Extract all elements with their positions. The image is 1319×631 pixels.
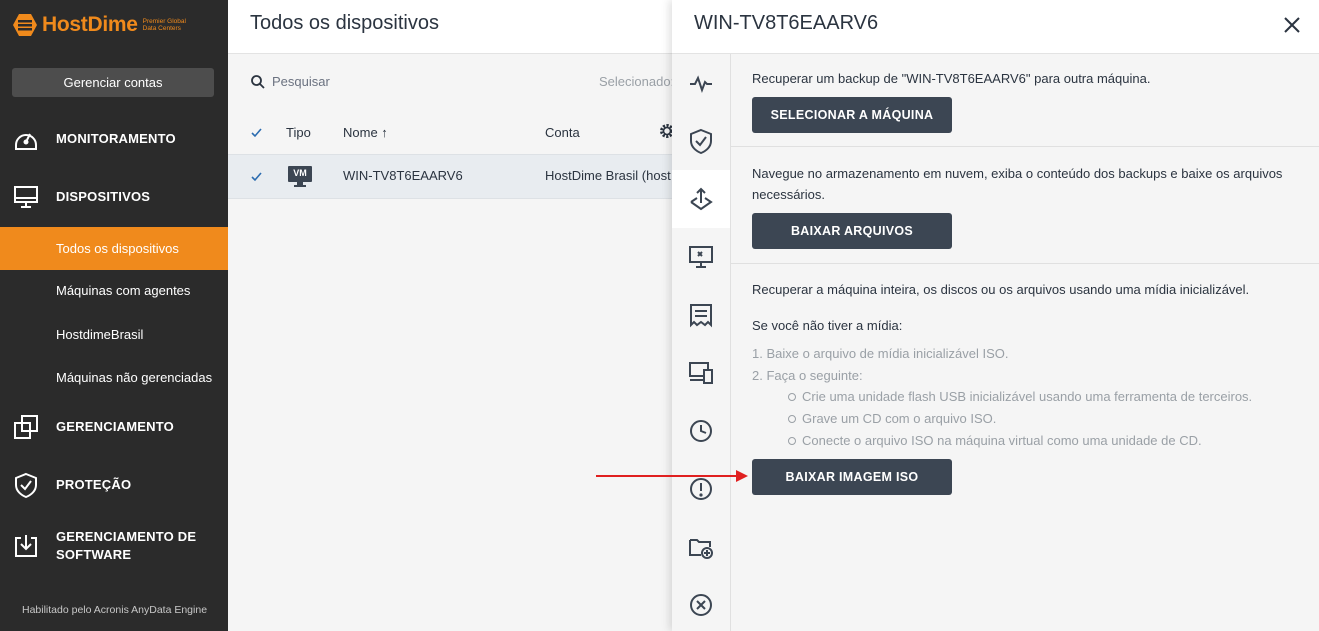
history-icon bbox=[690, 420, 712, 442]
device-list-area: Todos os dispositivos Pesquisar Selecion… bbox=[228, 0, 675, 631]
no-media-text: Se você não tiver a mídia: bbox=[752, 318, 903, 333]
select-machine-button[interactable]: SELECIONAR A MÁQUINA bbox=[752, 97, 952, 133]
rail-activity[interactable] bbox=[672, 54, 730, 112]
table-row[interactable]: VM WIN-TV8T6EAARV6 HostDime Brasil (host bbox=[228, 154, 672, 199]
nav-monitoring-label: MONITORAMENTO bbox=[56, 131, 176, 146]
action-icon-rail bbox=[672, 54, 731, 631]
shield-check-icon bbox=[690, 128, 712, 154]
sidebar-item-all-devices[interactable]: Todos os dispositivos bbox=[0, 227, 228, 270]
substep-usb-text: Crie uma unidade flash USB inicializável… bbox=[802, 389, 1253, 404]
rail-protection[interactable] bbox=[672, 112, 730, 170]
step-2-text: 2. Faça o seguinte: bbox=[752, 368, 863, 383]
nav-management[interactable]: GERENCIAMENTO bbox=[0, 413, 228, 441]
vm-type-icon: VM bbox=[288, 166, 312, 188]
nav-devices-label: DISPOSITIVOS bbox=[56, 189, 151, 204]
rail-add-folder[interactable] bbox=[672, 518, 730, 576]
nav-monitoring[interactable]: MONITORAMENTO bbox=[0, 125, 228, 153]
nav-protection[interactable]: PROTEÇÃO bbox=[0, 471, 228, 499]
main-header: Todos os dispositivos bbox=[228, 0, 672, 54]
row-checkbox[interactable] bbox=[250, 170, 263, 183]
rail-details[interactable] bbox=[672, 286, 730, 344]
panel-title: WIN-TV8T6EAARV6 bbox=[694, 12, 879, 34]
nav-software-management[interactable]: GERENCIAMENTO DE SOFTWARE bbox=[0, 528, 228, 564]
monitor-icon bbox=[14, 186, 38, 208]
recover-other-machine-text: Recuperar um backup de "WIN-TV8T6EAARV6"… bbox=[752, 71, 1151, 86]
sidebar-footer: Habilitado pelo Acronis AnyData Engine bbox=[22, 604, 208, 616]
select-all-checkbox[interactable] bbox=[250, 126, 263, 139]
recovery-section-other-machine: Recuperar um backup de "WIN-TV8T6EAARV6"… bbox=[731, 54, 1319, 147]
substep-cd-text: Grave um CD com o arquivo ISO. bbox=[802, 411, 997, 426]
bullet-icon bbox=[788, 415, 796, 423]
nav-software-label-line2: SOFTWARE bbox=[56, 547, 132, 562]
remote-desktop-icon bbox=[689, 246, 713, 268]
details-icon bbox=[690, 304, 712, 328]
column-header-account[interactable]: Conta bbox=[545, 125, 580, 140]
software-download-icon bbox=[15, 535, 37, 557]
download-iso-button[interactable]: BAIXAR IMAGEM ISO bbox=[752, 459, 952, 495]
add-folder-icon bbox=[689, 539, 713, 559]
logo-tagline-line1: Premier Global bbox=[142, 18, 186, 25]
nav-devices[interactable]: DISPOSITIVOS bbox=[0, 183, 228, 211]
recovery-section-cloud-files: Navegue no armazenamento em nuvem, exiba… bbox=[731, 147, 1319, 264]
sidebar: HostDime Premier Global Data Centers Ger… bbox=[0, 0, 228, 631]
browse-cloud-text-line1: Navegue no armazenamento em nuvem, exiba… bbox=[752, 166, 1283, 181]
sidebar-item-hostdimebrasil[interactable]: HostdimeBrasil bbox=[0, 313, 228, 356]
nav-protection-label: PROTEÇÃO bbox=[56, 477, 132, 492]
nav-management-label: GERENCIAMENTO bbox=[56, 419, 174, 434]
nav-software-label-line1: GERENCIAMENTO DE bbox=[56, 529, 197, 544]
logo-tagline: Premier Global Data Centers bbox=[143, 18, 191, 32]
rail-devices[interactable] bbox=[672, 344, 730, 402]
shield-icon bbox=[15, 472, 37, 499]
nav-software-label: GERENCIAMENTO DE SOFTWARE bbox=[56, 528, 196, 564]
search-icon[interactable] bbox=[250, 74, 266, 90]
bullet-icon bbox=[788, 437, 796, 445]
panel-header: WIN-TV8T6EAARV6 bbox=[672, 0, 1319, 54]
rail-delete[interactable] bbox=[672, 576, 730, 631]
activity-icon bbox=[690, 75, 712, 93]
rail-history[interactable] bbox=[672, 402, 730, 460]
browse-cloud-text-line2: necessários. bbox=[752, 187, 825, 202]
page-title: Todos os dispositivos bbox=[250, 12, 439, 34]
devices-icon bbox=[689, 362, 713, 384]
hostdime-logo[interactable]: HostDime Premier Global Data Centers bbox=[12, 12, 191, 38]
sidebar-item-unmanaged[interactable]: Máquinas não gerenciadas bbox=[0, 356, 228, 399]
bullet-icon bbox=[788, 393, 796, 401]
vm-type-badge-text: VM bbox=[293, 168, 307, 178]
step-1-text: 1. Baixe o arquivo de mídia inicializáve… bbox=[752, 346, 1009, 361]
manage-accounts-button[interactable]: Gerenciar contas bbox=[12, 68, 214, 97]
logo-text: HostDime bbox=[42, 13, 138, 36]
device-detail-panel: WIN-TV8T6EAARV6 Recuperar um backup de "… bbox=[672, 0, 1319, 631]
substep-vm-text: Conecte o arquivo ISO na máquina virtual… bbox=[802, 433, 1202, 448]
row-name[interactable]: WIN-TV8T6EAARV6 bbox=[343, 168, 463, 183]
rail-remote-desktop[interactable] bbox=[672, 228, 730, 286]
download-files-button[interactable]: BAIXAR ARQUIVOS bbox=[752, 213, 952, 249]
annotation-arrow-icon bbox=[596, 470, 748, 482]
column-header-type[interactable]: Tipo bbox=[286, 125, 311, 140]
recovery-icon bbox=[690, 187, 713, 211]
selected-count-label: Selecionado: bbox=[599, 74, 675, 89]
gauge-icon bbox=[15, 133, 37, 150]
rail-recovery[interactable] bbox=[672, 170, 730, 228]
close-icon[interactable] bbox=[1282, 15, 1302, 35]
logo-tagline-line2: Data Centers bbox=[142, 25, 181, 32]
search-input[interactable]: Pesquisar bbox=[272, 74, 330, 89]
recovery-section-bootable-media: Recuperar a máquina inteira, os discos o… bbox=[731, 264, 1319, 631]
management-icon bbox=[14, 415, 38, 439]
column-header-name[interactable]: Nome ↑ bbox=[343, 125, 388, 140]
sidebar-item-agent-machines[interactable]: Máquinas com agentes bbox=[0, 269, 228, 312]
delete-icon bbox=[690, 594, 712, 616]
hostdime-logo-icon bbox=[13, 14, 37, 36]
bootable-media-text: Recuperar a máquina inteira, os discos o… bbox=[752, 282, 1250, 297]
row-account: HostDime Brasil (host bbox=[545, 168, 671, 183]
browse-cloud-text: Navegue no armazenamento em nuvem, exiba… bbox=[752, 163, 1302, 205]
